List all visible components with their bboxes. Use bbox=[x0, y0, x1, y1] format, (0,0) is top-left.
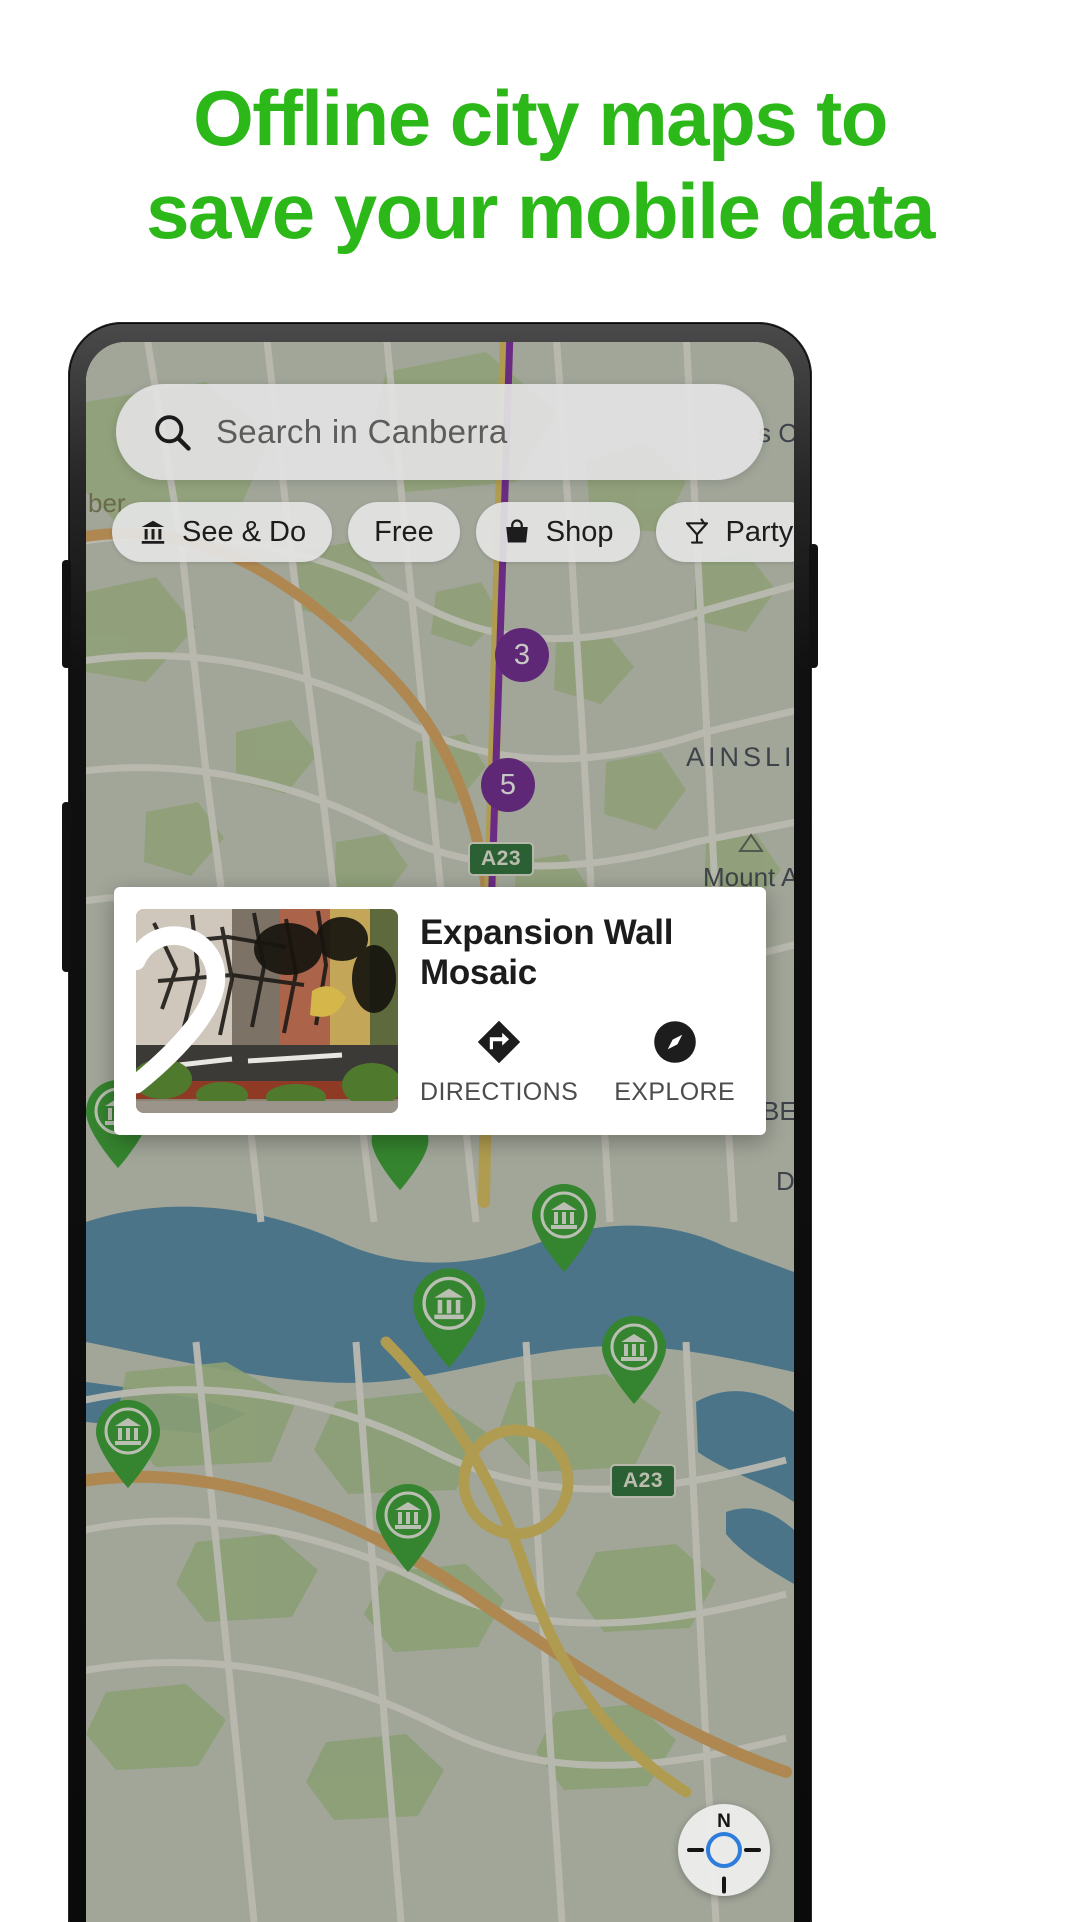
page-title: Offline city maps to save your mobile da… bbox=[0, 0, 1080, 258]
chip-label: Shop bbox=[545, 515, 614, 548]
compass-icon bbox=[653, 1021, 696, 1063]
volume-button[interactable] bbox=[62, 560, 71, 668]
poi-actions: DIRECTIONS EXPLORE bbox=[420, 1018, 744, 1113]
museum-icon bbox=[141, 520, 165, 544]
map-pin-museum[interactable] bbox=[528, 1182, 600, 1274]
filter-chips-row: See & Do Free Shop Party bbox=[86, 502, 794, 562]
compass-dash-east bbox=[744, 1848, 761, 1852]
poi-details: Expansion Wall Mosaic DIRECTIONS EXPLORE bbox=[420, 909, 744, 1113]
road-shield-a23: A23 bbox=[468, 842, 535, 876]
route-marker-5[interactable]: 5 bbox=[481, 758, 535, 812]
poi-thumbnail[interactable] bbox=[136, 909, 398, 1113]
chip-label: Party bbox=[725, 515, 794, 548]
map-label-be: BE bbox=[762, 1096, 794, 1126]
cocktail-icon bbox=[685, 518, 708, 544]
explore-button[interactable]: EXPLORE bbox=[614, 1018, 735, 1107]
map-label-d: D bbox=[776, 1166, 794, 1196]
phone-body: AINSLIE Mount Ain BE D ber s C 3 5 A2 bbox=[62, 322, 818, 1922]
compass-dash-south bbox=[722, 1876, 726, 1894]
search-input-placeholder: Search in Canberra bbox=[216, 413, 508, 450]
mountain-icon bbox=[738, 833, 764, 852]
side-button-right[interactable] bbox=[809, 544, 818, 668]
compass-ring bbox=[706, 1832, 742, 1868]
search-icon bbox=[155, 415, 191, 451]
compass-north-label: N bbox=[717, 1811, 731, 1832]
route-marker-label: 5 bbox=[499, 768, 517, 801]
compass-dash-west bbox=[687, 1848, 704, 1852]
map-pin-museum[interactable] bbox=[372, 1482, 444, 1574]
chip-party[interactable]: Party bbox=[655, 502, 794, 562]
chip-label: Free bbox=[374, 515, 434, 548]
power-button[interactable] bbox=[62, 802, 71, 972]
map-pin-museum[interactable] bbox=[598, 1314, 670, 1406]
bag-icon bbox=[506, 519, 528, 543]
route-marker-3[interactable]: 3 bbox=[495, 628, 549, 682]
search-bar[interactable]: Search in Canberra bbox=[116, 384, 764, 480]
chip-label: See & Do bbox=[182, 515, 307, 548]
directions-icon bbox=[477, 1020, 521, 1064]
chip-see-and-do[interactable]: See & Do bbox=[112, 502, 333, 562]
headline-line-2: save your mobile data bbox=[146, 166, 935, 255]
directions-button[interactable]: DIRECTIONS bbox=[420, 1018, 578, 1107]
map-pin-museum[interactable] bbox=[408, 1266, 490, 1370]
chip-free[interactable]: Free bbox=[348, 502, 460, 562]
route-marker-label: 3 bbox=[513, 638, 531, 671]
road-shield-a23: A23 bbox=[610, 1464, 677, 1498]
poi-title: Expansion Wall Mosaic bbox=[420, 913, 674, 992]
directions-label: DIRECTIONS bbox=[420, 1078, 579, 1106]
explore-label: EXPLORE bbox=[614, 1078, 736, 1106]
headline-line-1: Offline city maps to bbox=[193, 74, 888, 162]
phone-mockup: AINSLIE Mount Ain BE D ber s C 3 5 A2 bbox=[62, 322, 818, 1922]
chip-shop[interactable]: Shop bbox=[475, 502, 640, 562]
map-compass-widget[interactable]: N bbox=[678, 1804, 770, 1896]
poi-card[interactable]: Expansion Wall Mosaic DIRECTIONS EXPLORE bbox=[114, 887, 766, 1135]
phone-screen: AINSLIE Mount Ain BE D ber s C 3 5 A2 bbox=[86, 342, 794, 1922]
map-label-ainslie: AINSLIE bbox=[686, 742, 794, 772]
map-pin-museum[interactable] bbox=[92, 1398, 164, 1490]
heart-icon[interactable] bbox=[136, 909, 267, 1113]
